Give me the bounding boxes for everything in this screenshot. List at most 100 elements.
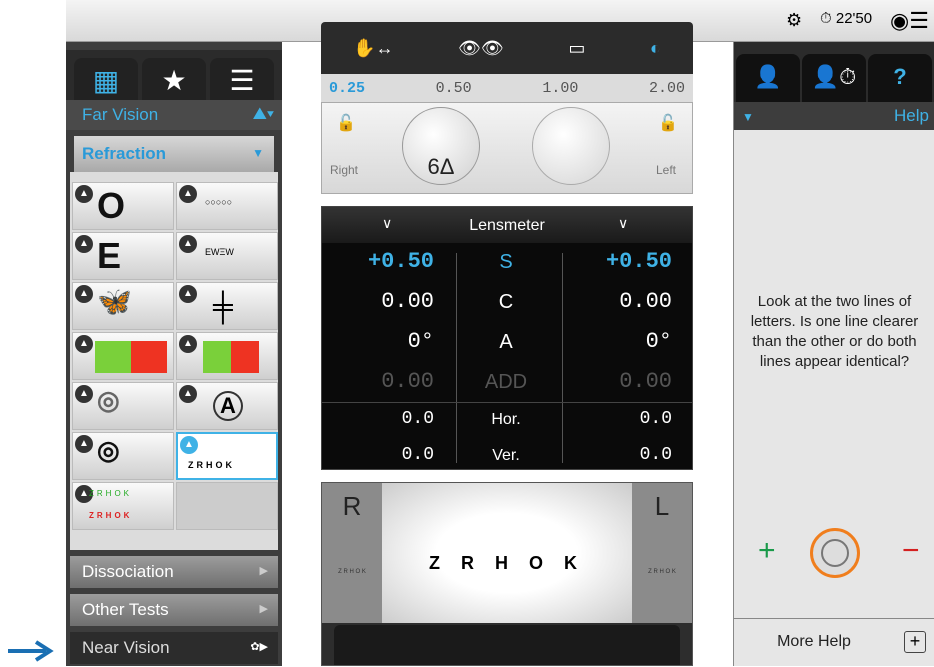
row-cylinder: 0.00 C 0.00 <box>322 283 692 323</box>
settings-gear-icon[interactable]: ⚙ <box>786 10 802 31</box>
test-cell-target[interactable]: ▲ ◎ <box>72 432 174 480</box>
mountain-icon: ⛰▾ <box>252 104 274 123</box>
chart-display: Z R H O K <box>382 483 632 623</box>
chart-icon: EWΞW <box>205 247 234 257</box>
chevron-down-icon: ▼ <box>742 110 754 124</box>
test-cell-cross[interactable]: ▲ ╪ <box>176 282 278 330</box>
step-025[interactable]: 0.25 <box>329 80 365 97</box>
right-label: Right <box>329 163 358 177</box>
hor-left[interactable]: 0.0 <box>572 409 672 429</box>
cylinder-right[interactable]: 0.00 <box>334 289 434 314</box>
test-cell-e[interactable]: ▲ E <box>72 232 174 280</box>
left-tabs: ▦ ★ ☰ <box>66 50 282 102</box>
add-right[interactable]: 0.00 <box>334 369 434 394</box>
history-icon: 👤⏱ <box>811 64 857 89</box>
mountain-badge-icon: ▲ <box>179 285 197 303</box>
test-cell-dots[interactable]: ▲ ◎ <box>72 382 174 430</box>
axis-left[interactable]: 0° <box>572 329 672 354</box>
mountain-badge-icon: ▲ <box>75 285 93 303</box>
eye-measure-icon[interactable]: ◐ <box>650 38 661 59</box>
far-vision-header[interactable]: Far Vision ⛰▾ <box>66 100 282 130</box>
mountain-badge-icon: ▲ <box>180 436 198 454</box>
ver-left[interactable]: 0.0 <box>572 445 672 465</box>
test-cell-c[interactable]: ▲ O <box>72 182 174 230</box>
list-tab[interactable]: ☰ <box>210 58 274 102</box>
plus-icon[interactable]: + <box>758 534 776 568</box>
chevron-right-icon: ▶ <box>259 565 268 577</box>
pointer-arrow-icon <box>8 640 54 662</box>
mode-toolbar: ✋↔ 👁👁 ▭ ◐ <box>321 22 693 74</box>
left-eye-preview[interactable]: L Z R H O K <box>632 483 692 623</box>
step-100[interactable]: 1.00 <box>542 80 578 97</box>
test-cell-e-chart[interactable]: ▲ EWΞW <box>176 232 278 280</box>
step-050[interactable]: 0.50 <box>436 80 472 97</box>
sphere-label: S <box>499 251 513 273</box>
timer-value: 22'50 <box>835 10 873 27</box>
step-scale: 0.25 0.50 1.00 2.00 <box>321 74 693 102</box>
cross-grid-icon: ╪ <box>213 291 233 322</box>
menu-icon[interactable]: ◉☰ <box>890 8 929 34</box>
mountain-badge-icon: ▲ <box>75 435 93 453</box>
other-tests-label: Other Tests <box>82 600 169 619</box>
near-vision-button[interactable]: Near Vision ✿▶ <box>70 632 278 664</box>
hor-right[interactable]: 0.0 <box>334 409 434 429</box>
right-eye-preview[interactable]: R Z R H O K <box>322 483 382 623</box>
refraction-header[interactable]: Refraction ▼ <box>74 136 274 172</box>
chevron-down-icon[interactable]: ∨ <box>618 215 628 232</box>
help-footer: More Help + <box>734 618 934 666</box>
test-cell-butterfly[interactable]: ▲ 🦋 <box>72 282 174 330</box>
patient-record-tab[interactable]: 👤 <box>736 54 800 102</box>
chevron-down-icon[interactable]: ∨ <box>382 215 392 232</box>
chart-letters: Z R H O K <box>429 553 585 573</box>
flower-icon: ✿▶ <box>250 641 268 653</box>
help-tab[interactable]: ? <box>868 54 932 102</box>
prism-dial[interactable]: 6Δ <box>402 107 480 185</box>
left-panel: ▦ ★ ☰ Far Vision ⛰▾ Refraction ▼ ▲ O ▲ ○○○○○… <box>66 42 282 666</box>
eye-button[interactable] <box>532 107 610 185</box>
grid-tab[interactable]: ▦ <box>74 58 138 102</box>
axis-right[interactable]: 0° <box>334 329 434 354</box>
mountain-badge-icon: ▲ <box>179 235 197 253</box>
expand-icon[interactable]: + <box>904 631 926 653</box>
test-cell-c-chart[interactable]: ▲ ○○○○○ <box>176 182 278 230</box>
other-tests-button[interactable]: Other Tests ▶ <box>70 594 278 626</box>
red-green-dots-icon <box>203 341 259 373</box>
ver-right[interactable]: 0.0 <box>334 445 434 465</box>
sphere-right[interactable]: +0.50 <box>334 249 434 274</box>
unlock-right-icon[interactable]: 🔓 <box>326 113 366 133</box>
preview-footer <box>334 625 680 665</box>
dial-icon[interactable] <box>810 528 860 578</box>
mountain-badge-icon: ▲ <box>179 335 197 353</box>
dissociation-button[interactable]: Dissociation ▶ <box>70 556 278 588</box>
mountain-badge-icon: ▲ <box>75 335 93 353</box>
history-tab[interactable]: 👤⏱ <box>802 54 866 102</box>
eyes-icon[interactable]: 👁👁 <box>458 38 504 59</box>
add-label: ADD <box>484 371 528 393</box>
test-cell-zrhok-selected[interactable]: ▲ ZRHOK <box>176 432 278 480</box>
hor-label: Hor. <box>491 411 521 428</box>
test-cell-red-green-dots[interactable]: ▲ <box>176 332 278 380</box>
row-sphere: +0.50 S +0.50 <box>322 243 692 283</box>
right-panel: 👤 👤⏱ ? ▼ Help Look at the two lines of le… <box>733 42 934 666</box>
step-200[interactable]: 2.00 <box>649 80 685 97</box>
add-left[interactable]: 0.00 <box>572 369 672 394</box>
help-title: Help <box>894 106 929 125</box>
minus-icon[interactable]: − <box>902 534 920 568</box>
hand-distance-icon[interactable]: ✋↔ <box>353 38 393 59</box>
test-cell-a[interactable]: ▲ A <box>176 382 278 430</box>
prism-value: 6Δ <box>427 154 455 179</box>
cylinder-left[interactable]: 0.00 <box>572 289 672 314</box>
row-axis: 0° A 0° <box>322 323 692 363</box>
more-help-button[interactable]: More Help <box>734 619 894 667</box>
help-header[interactable]: ▼ Help <box>734 102 934 130</box>
unlock-left-icon[interactable]: 🔓 <box>648 113 688 133</box>
chart-card-icon[interactable]: ▭ <box>568 38 585 59</box>
mountain-badge-icon: ▲ <box>75 185 93 203</box>
grid-icon: ▦ <box>92 64 120 96</box>
axis-label: A <box>499 331 513 353</box>
sphere-left[interactable]: +0.50 <box>572 249 672 274</box>
favorites-tab[interactable]: ★ <box>142 58 206 102</box>
test-cell-red-green[interactable]: ▲ <box>72 332 174 380</box>
mountain-badge-icon: ▲ <box>179 385 197 403</box>
test-cell-zrhok-dual[interactable]: ▲ ZRHOK ZRHOK <box>72 482 174 530</box>
